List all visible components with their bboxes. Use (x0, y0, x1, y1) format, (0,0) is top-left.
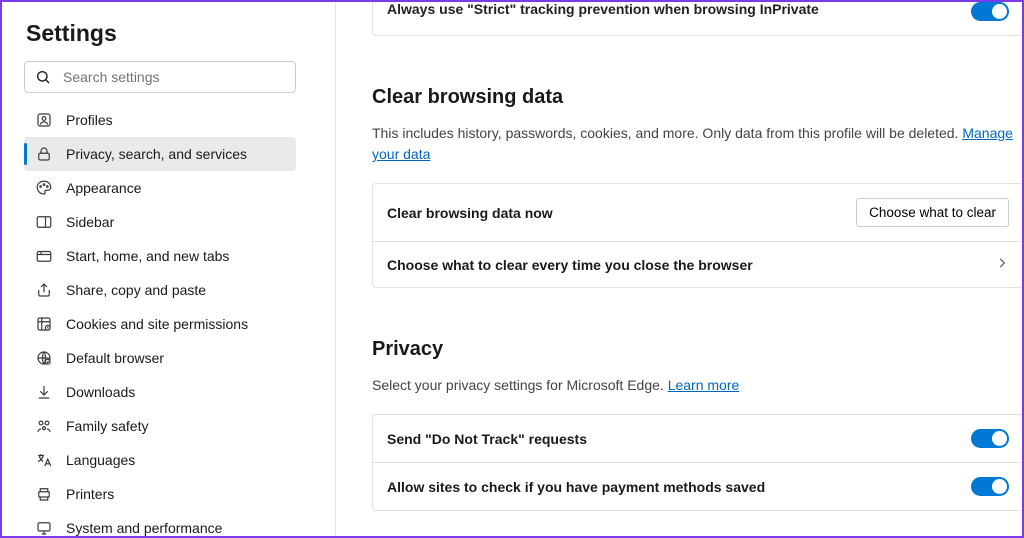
nav-item-languages[interactable]: Languages (24, 443, 296, 477)
do-not-track-toggle[interactable] (971, 429, 1009, 448)
do-not-track-row: Send "Do Not Track" requests (373, 415, 1022, 463)
search-settings-field[interactable] (24, 61, 296, 93)
nav-item-sidebar[interactable]: Sidebar (24, 205, 296, 239)
privacy-title: Privacy (372, 338, 1022, 361)
nav-label: Appearance (66, 180, 142, 196)
clear-on-close-row[interactable]: Choose what to clear every time you clos… (373, 242, 1022, 287)
search-input[interactable] (63, 69, 285, 85)
nav-label: Cookies and site permissions (66, 316, 248, 332)
clear-on-close-label: Choose what to clear every time you clos… (387, 257, 753, 273)
payment-methods-row: Allow sites to check if you have payment… (373, 463, 1022, 510)
tabs-icon (34, 246, 54, 266)
payment-methods-toggle[interactable] (971, 477, 1009, 496)
lock-icon (34, 144, 54, 164)
profiles-icon (34, 110, 54, 130)
cookies-icon (34, 314, 54, 334)
nav-item-printers[interactable]: Printers (24, 477, 296, 511)
clear-now-label: Clear browsing data now (387, 205, 553, 221)
appearance-icon (34, 178, 54, 198)
clear-browsing-data-desc: This includes history, passwords, cookie… (372, 123, 1022, 165)
privacy-desc: Select your privacy settings for Microso… (372, 375, 1022, 396)
settings-nav: Profiles Privacy, search, and services A… (24, 103, 296, 536)
nav-label: Family safety (66, 418, 148, 434)
sidebar-icon (34, 212, 54, 232)
settings-sidebar: Settings Profiles Privacy, search, and s… (2, 2, 336, 536)
nav-item-share[interactable]: Share, copy and paste (24, 273, 296, 307)
printer-icon (34, 484, 54, 504)
clear-now-row: Clear browsing data now Choose what to c… (373, 184, 1022, 242)
nav-label: Default browser (66, 350, 164, 366)
nav-label: Start, home, and new tabs (66, 248, 229, 264)
do-not-track-label: Send "Do Not Track" requests (387, 431, 587, 447)
system-icon (34, 518, 54, 536)
nav-label: Downloads (66, 384, 135, 400)
nav-label: Profiles (66, 112, 113, 128)
share-icon (34, 280, 54, 300)
nav-item-appearance[interactable]: Appearance (24, 171, 296, 205)
nav-item-cookies[interactable]: Cookies and site permissions (24, 307, 296, 341)
clear-browsing-data-card: Clear browsing data now Choose what to c… (372, 183, 1022, 288)
nav-item-downloads[interactable]: Downloads (24, 375, 296, 409)
nav-item-start[interactable]: Start, home, and new tabs (24, 239, 296, 273)
privacy-card: Send "Do Not Track" requests Allow sites… (372, 414, 1022, 511)
strict-tracking-label: Always use "Strict" tracking prevention … (387, 2, 819, 17)
nav-label: Sidebar (66, 214, 114, 230)
payment-methods-label: Allow sites to check if you have payment… (387, 479, 765, 495)
clear-browsing-data-title: Clear browsing data (372, 86, 1022, 109)
privacy-learn-more-link[interactable]: Learn more (668, 377, 740, 393)
choose-what-to-clear-button[interactable]: Choose what to clear (856, 198, 1009, 227)
nav-item-privacy[interactable]: Privacy, search, and services (24, 137, 296, 171)
nav-label: Languages (66, 452, 135, 468)
nav-label: Printers (66, 486, 114, 502)
download-icon (34, 382, 54, 402)
settings-title: Settings (26, 20, 323, 47)
nav-item-profiles[interactable]: Profiles (24, 103, 296, 137)
languages-icon (34, 450, 54, 470)
nav-label: Privacy, search, and services (66, 146, 247, 162)
nav-item-default-browser[interactable]: Default browser (24, 341, 296, 375)
strict-tracking-row: Always use "Strict" tracking prevention … (372, 2, 1022, 36)
chevron-right-icon (995, 256, 1009, 273)
nav-label: Share, copy and paste (66, 282, 206, 298)
search-icon (35, 69, 51, 85)
nav-item-family[interactable]: Family safety (24, 409, 296, 443)
browser-icon (34, 348, 54, 368)
settings-content: Always use "Strict" tracking prevention … (336, 2, 1022, 536)
family-icon (34, 416, 54, 436)
nav-label: System and performance (66, 520, 222, 536)
nav-item-system[interactable]: System and performance (24, 511, 296, 536)
strict-tracking-toggle[interactable] (971, 2, 1009, 21)
